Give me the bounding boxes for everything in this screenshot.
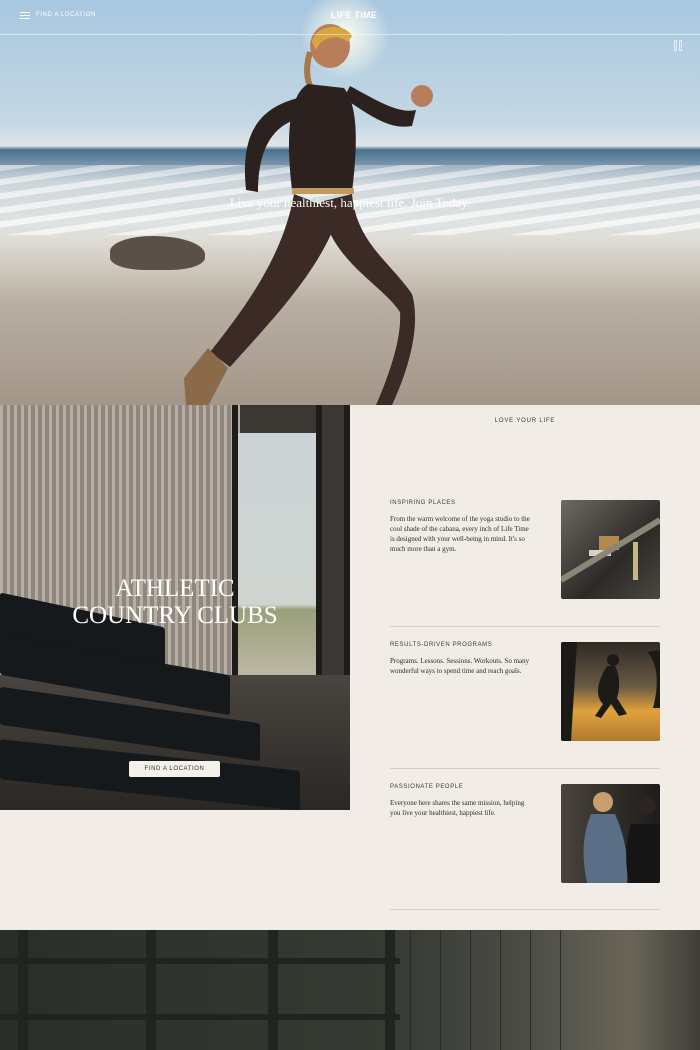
- window-mullion: [18, 930, 28, 1050]
- bottom-image-section: [0, 930, 700, 1050]
- wall-panel: [530, 930, 555, 1050]
- wall-panel: [560, 930, 585, 1050]
- hero-tagline: Live your healthiest, happiest life. Joi…: [229, 195, 471, 210]
- results-programs-image[interactable]: [561, 642, 660, 741]
- feature-desc: From the warm welcome of the yoga studio…: [390, 515, 530, 553]
- wall-panel: [470, 930, 495, 1050]
- love-heading: LOVE YOUR LIFE: [494, 418, 556, 424]
- window-transom: [0, 1014, 400, 1020]
- divider: [390, 909, 660, 910]
- runner-figure: [184, 24, 433, 405]
- results-programs-graphic: [561, 642, 660, 741]
- window-mullion: [268, 930, 278, 1050]
- window-mullion: [146, 930, 156, 1050]
- find-location-button[interactable]: FIND A LOCATION: [129, 761, 220, 777]
- divider: [390, 768, 660, 769]
- divider: [390, 626, 660, 627]
- window-mullion: [385, 930, 395, 1050]
- passionate-people-image[interactable]: [561, 784, 660, 883]
- feature-desc: Programs. Lessons. Sessions. Workouts. S…: [390, 657, 530, 675]
- inspiring-places-image[interactable]: [561, 500, 660, 599]
- window-transom: [0, 958, 400, 964]
- life-time-logo[interactable]: LIFE TIME: [331, 10, 377, 20]
- wall-panel: [440, 930, 465, 1050]
- pause-icon[interactable]: [674, 40, 683, 51]
- clubs-image-section: ATHLETIC COUNTRY CLUBS FIND A LOCATION: [0, 405, 350, 810]
- clubs-title-line1: ATHLETIC: [115, 575, 235, 602]
- menu-icon[interactable]: [20, 12, 30, 20]
- clubs-title: ATHLETIC COUNTRY CLUBS: [0, 575, 350, 629]
- passionate-people-graphic: [583, 792, 660, 883]
- clubs-title-line2: COUNTRY CLUBS: [72, 602, 278, 629]
- window-view: [236, 433, 320, 678]
- inspiring-places-graphic: [561, 517, 660, 583]
- find-location-link[interactable]: FIND A LOCATION: [36, 12, 96, 18]
- wall-panel: [410, 930, 435, 1050]
- feature-desc: Everyone here shares the same mission, h…: [390, 799, 525, 817]
- hero-section: FIND A LOCATION LIFE TIME Live your heal…: [0, 0, 700, 405]
- wall-panel: [500, 930, 525, 1050]
